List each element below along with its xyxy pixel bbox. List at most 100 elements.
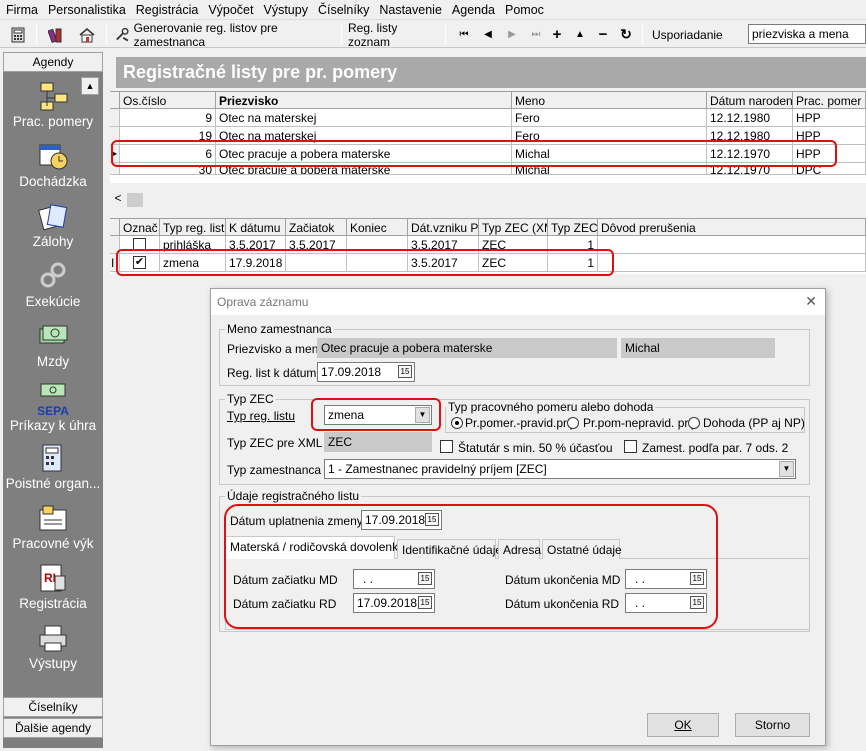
menu-ciselniky[interactable]: Číselníky [312,0,373,17]
sidebar-item-dochadzka[interactable]: Dochádzka [3,140,103,189]
col-dovod-prerusenia[interactable]: Dôvod prerušenia [598,219,866,236]
delete-icon[interactable]: − [595,24,611,45]
typ-zam-label: Typ zamestnanca [227,463,322,477]
sidebar-item-poistne[interactable]: Poistné organ... [3,442,103,491]
calendar-icon[interactable]: 15 [398,365,412,378]
group-reglist-data-title: Údaje registračného listu [225,489,362,503]
typ-zam-select[interactable]: 1 - Zamestnanec pravidelný príjem [ZEC] ▼ [324,459,796,479]
zec-xml-field: ZEC [324,432,432,452]
highlight-reglist-data [224,504,718,629]
sidebar-item-prikazy[interactable]: SEPA Príkazy k úhra [3,382,103,433]
zamest-par7-checkbox[interactable] [624,440,637,453]
highlight-typ-reg [311,398,441,431]
chevron-down-icon[interactable]: ▼ [779,461,794,477]
sidebar-item-prac-pomery[interactable]: Prac. pomery [3,80,103,129]
menu-bar: Firma Personalistika Registrácia Výpočet Výs… [0,0,866,20]
last-record-icon[interactable]: ⏭ [527,24,545,45]
generate-reg-lists-button[interactable]: Generovanie reg. listov pre zamestnanca [114,21,336,49]
highlight-zmena-row [116,249,614,276]
tools-icon [116,27,129,41]
org-chart-icon [40,82,68,111]
storno-button[interactable]: Storno [735,713,810,737]
col-typ-zec-xml[interactable]: Typ ZEC (XM [479,219,548,236]
col-typ-reg-listu[interactable]: Typ reg. listu [160,219,226,236]
calculator-icon[interactable] [8,24,28,45]
menu-agenda[interactable]: Agenda [446,0,499,17]
sort-select[interactable]: priezviska a mena [748,24,866,44]
agendas-sidebar: Agendy ▲ Prac. pomery Dochádzka Zálohy E… [3,52,103,748]
col-os-cislo[interactable]: Os.číslo [120,92,216,109]
typ-reg-label: Typ reg. listu [227,409,296,423]
col-dat-vzniku-pv[interactable]: Dát.vzniku PV [408,219,479,236]
group-employee-name-title: Meno zamestnanca [225,322,334,336]
insurance-calc-icon [42,444,62,472]
work-report-icon [39,505,67,531]
statutar-checkbox[interactable] [440,440,453,453]
menu-vypocet[interactable]: Výpočet [202,0,257,17]
col-zaciatok[interactable]: Začiatok [286,219,347,236]
col-oznac[interactable]: Označ [120,219,160,236]
scroll-left-icon[interactable]: < [110,191,126,209]
col-prac-pomer[interactable]: Prac. pomer [793,92,866,109]
highlight-selected-employee [111,140,837,167]
sidebar-item-mzdy[interactable]: Mzdy [3,320,103,369]
books-icon[interactable] [46,24,68,45]
toolbar: Generovanie reg. listov pre zamestnanca … [0,21,866,49]
ok-button[interactable]: OK [647,713,719,737]
menu-registracia[interactable]: Registrácia [130,0,203,17]
col-koniec[interactable]: Koniec [347,219,408,236]
sepa-logo: SEPA [37,404,69,418]
sidebar-item-registracia[interactable]: RL Registrácia [3,562,103,611]
menu-personalistika[interactable]: Personalistika [42,0,130,17]
payment-orders-icon [40,383,66,397]
col-priezvisko[interactable]: Priezvisko [216,92,512,109]
dialog-title: Oprava záznamu [217,295,309,309]
sidebar-item-pracovne-vykazy[interactable]: Pracovné výk [3,502,103,551]
col-datum-narodenia[interactable]: Dátum narodenia [707,92,793,109]
col-meno[interactable]: Meno [512,92,707,109]
calendar-clock-icon [39,144,68,170]
sidebar-item-exekucie[interactable]: Exekúcie [3,260,103,309]
reg-lists-list-button[interactable]: Reg. listy zoznam [348,21,440,49]
menu-nastavenie[interactable]: Nastavenie [373,0,446,17]
printer-icon [39,625,67,652]
sort-label: Usporiadanie [652,27,723,42]
dialog-titlebar: Oprava záznamu ✕ [211,289,825,315]
menu-vystupy[interactable]: Výstupy [257,0,311,17]
handcuffs-icon [40,262,66,288]
add-icon[interactable]: + [549,24,565,45]
sidebar-item-vystupy[interactable]: Výstupy [3,622,103,671]
registration-icon: RL [40,564,66,592]
home-icon[interactable] [76,24,98,45]
scroll-thumb[interactable] [127,193,143,207]
next-record-icon[interactable]: ▶ [503,24,521,45]
dalsie-agendy-button[interactable]: Ďalšie agendy [3,718,103,738]
agendas-header: Agendy [3,52,103,72]
employees-grid: Os.číslo Priezvisko Meno Dátum narodenia… [110,91,866,183]
menu-firma[interactable]: Firma [0,0,42,17]
surname-field: Otec pracuje a pobera materske [317,338,617,358]
reglist-date-field[interactable]: 17.09.2018 15 [317,362,415,382]
zec-xml-label: Typ ZEC pre XML [227,436,323,450]
col-k-datumu[interactable]: K dátumu [226,219,286,236]
ciselniky-button[interactable]: Číselníky [3,697,103,717]
prev-record-icon[interactable]: ◀ [479,24,497,45]
radio-dohoda[interactable] [688,417,700,429]
money-icon [39,325,68,344]
refresh-icon[interactable]: ↻ [617,24,635,45]
reglist-date-label: Reg. list k dátumu [227,366,324,380]
menu-pomoc[interactable]: Pomoc [499,0,548,17]
page-title: Registračné listy pre pr. pomery [116,57,866,88]
radio-nepravid-prij[interactable] [567,417,579,429]
col-typ-zec[interactable]: Typ ZEC ( [548,219,598,236]
close-icon[interactable]: ✕ [805,293,817,310]
move-up-icon[interactable]: ▲ [571,24,589,45]
name-label: Priezvisko a meno [227,342,326,356]
radio-pravid-prij[interactable] [451,417,463,429]
first-record-icon[interactable]: ⏮ [455,24,473,45]
cards-icon [38,204,68,231]
group-typ-zec-title: Typ ZEC [225,392,276,406]
horizontal-scrollbar[interactable]: < [110,191,866,209]
sidebar-item-zalohy[interactable]: Zálohy [3,200,103,249]
firstname-field: Michal [621,338,775,358]
